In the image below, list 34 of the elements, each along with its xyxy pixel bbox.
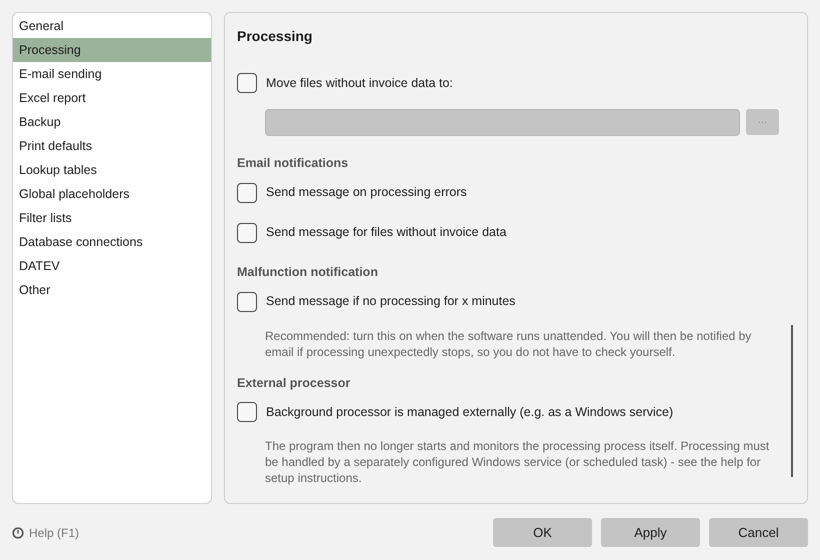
sidebar-item[interactable]: Database connections	[13, 230, 211, 254]
sidebar-item[interactable]: Print defaults	[13, 134, 211, 158]
scrollbar[interactable]	[791, 325, 793, 477]
checkbox-label: Send message on processing errors	[266, 184, 467, 202]
help-link[interactable]: Help (F1)	[29, 524, 80, 542]
sidebar-item[interactable]: E-mail sending	[13, 62, 211, 86]
sidebar-item[interactable]: Backup	[13, 110, 211, 134]
dialog-button[interactable]: OK	[493, 518, 592, 547]
help-icon	[12, 526, 24, 538]
help-note: Recommended: turn this on when the software runs unattended. You will then be notified by email if processing unexpectedly stops, so you do not have to check yourself.	[264, 328, 752, 360]
section-heading: Malfunction notification	[237, 264, 379, 281]
checkbox[interactable]	[237, 73, 257, 93]
checkbox[interactable]	[237, 182, 257, 203]
dialog-button[interactable]: Cancel	[709, 518, 808, 547]
panel-title: Processing	[236, 27, 314, 46]
checkbox-label: Send message for files without invoice data	[266, 224, 506, 242]
sidebar-item[interactable]: DATEV	[13, 254, 211, 278]
checkbox-label: Send message if no processing for x minutes	[266, 293, 516, 310]
dialog-button[interactable]: Apply	[601, 518, 700, 547]
checkbox[interactable]	[237, 402, 257, 422]
help-note: The program then no longer starts and monitors the processing process itself. Processing must be handled by a separately configured Windows service (or scheduled task) - see the help for setup instructions.	[264, 438, 770, 486]
checkbox[interactable]	[237, 222, 257, 243]
checkbox-label: Background processor is managed externally (e.g. as a Windows service)	[266, 404, 674, 421]
sidebar-item[interactable]: Lookup tables	[13, 158, 211, 182]
sidebar-item[interactable]: Filter lists	[13, 206, 211, 230]
section-heading: Email notifications	[237, 155, 350, 172]
sidebar-item[interactable]: Excel report	[13, 86, 211, 110]
checkbox[interactable]	[237, 292, 257, 312]
checkbox-label: Move files without invoice data to:	[266, 74, 453, 92]
sidebar-item[interactable]: Processing	[13, 38, 211, 62]
section-heading: External processor	[237, 374, 352, 392]
sidebar-item[interactable]: Other	[13, 278, 211, 302]
sidebar-item[interactable]: Global placeholders	[13, 182, 211, 206]
sidebar-item[interactable]: General	[13, 14, 211, 38]
